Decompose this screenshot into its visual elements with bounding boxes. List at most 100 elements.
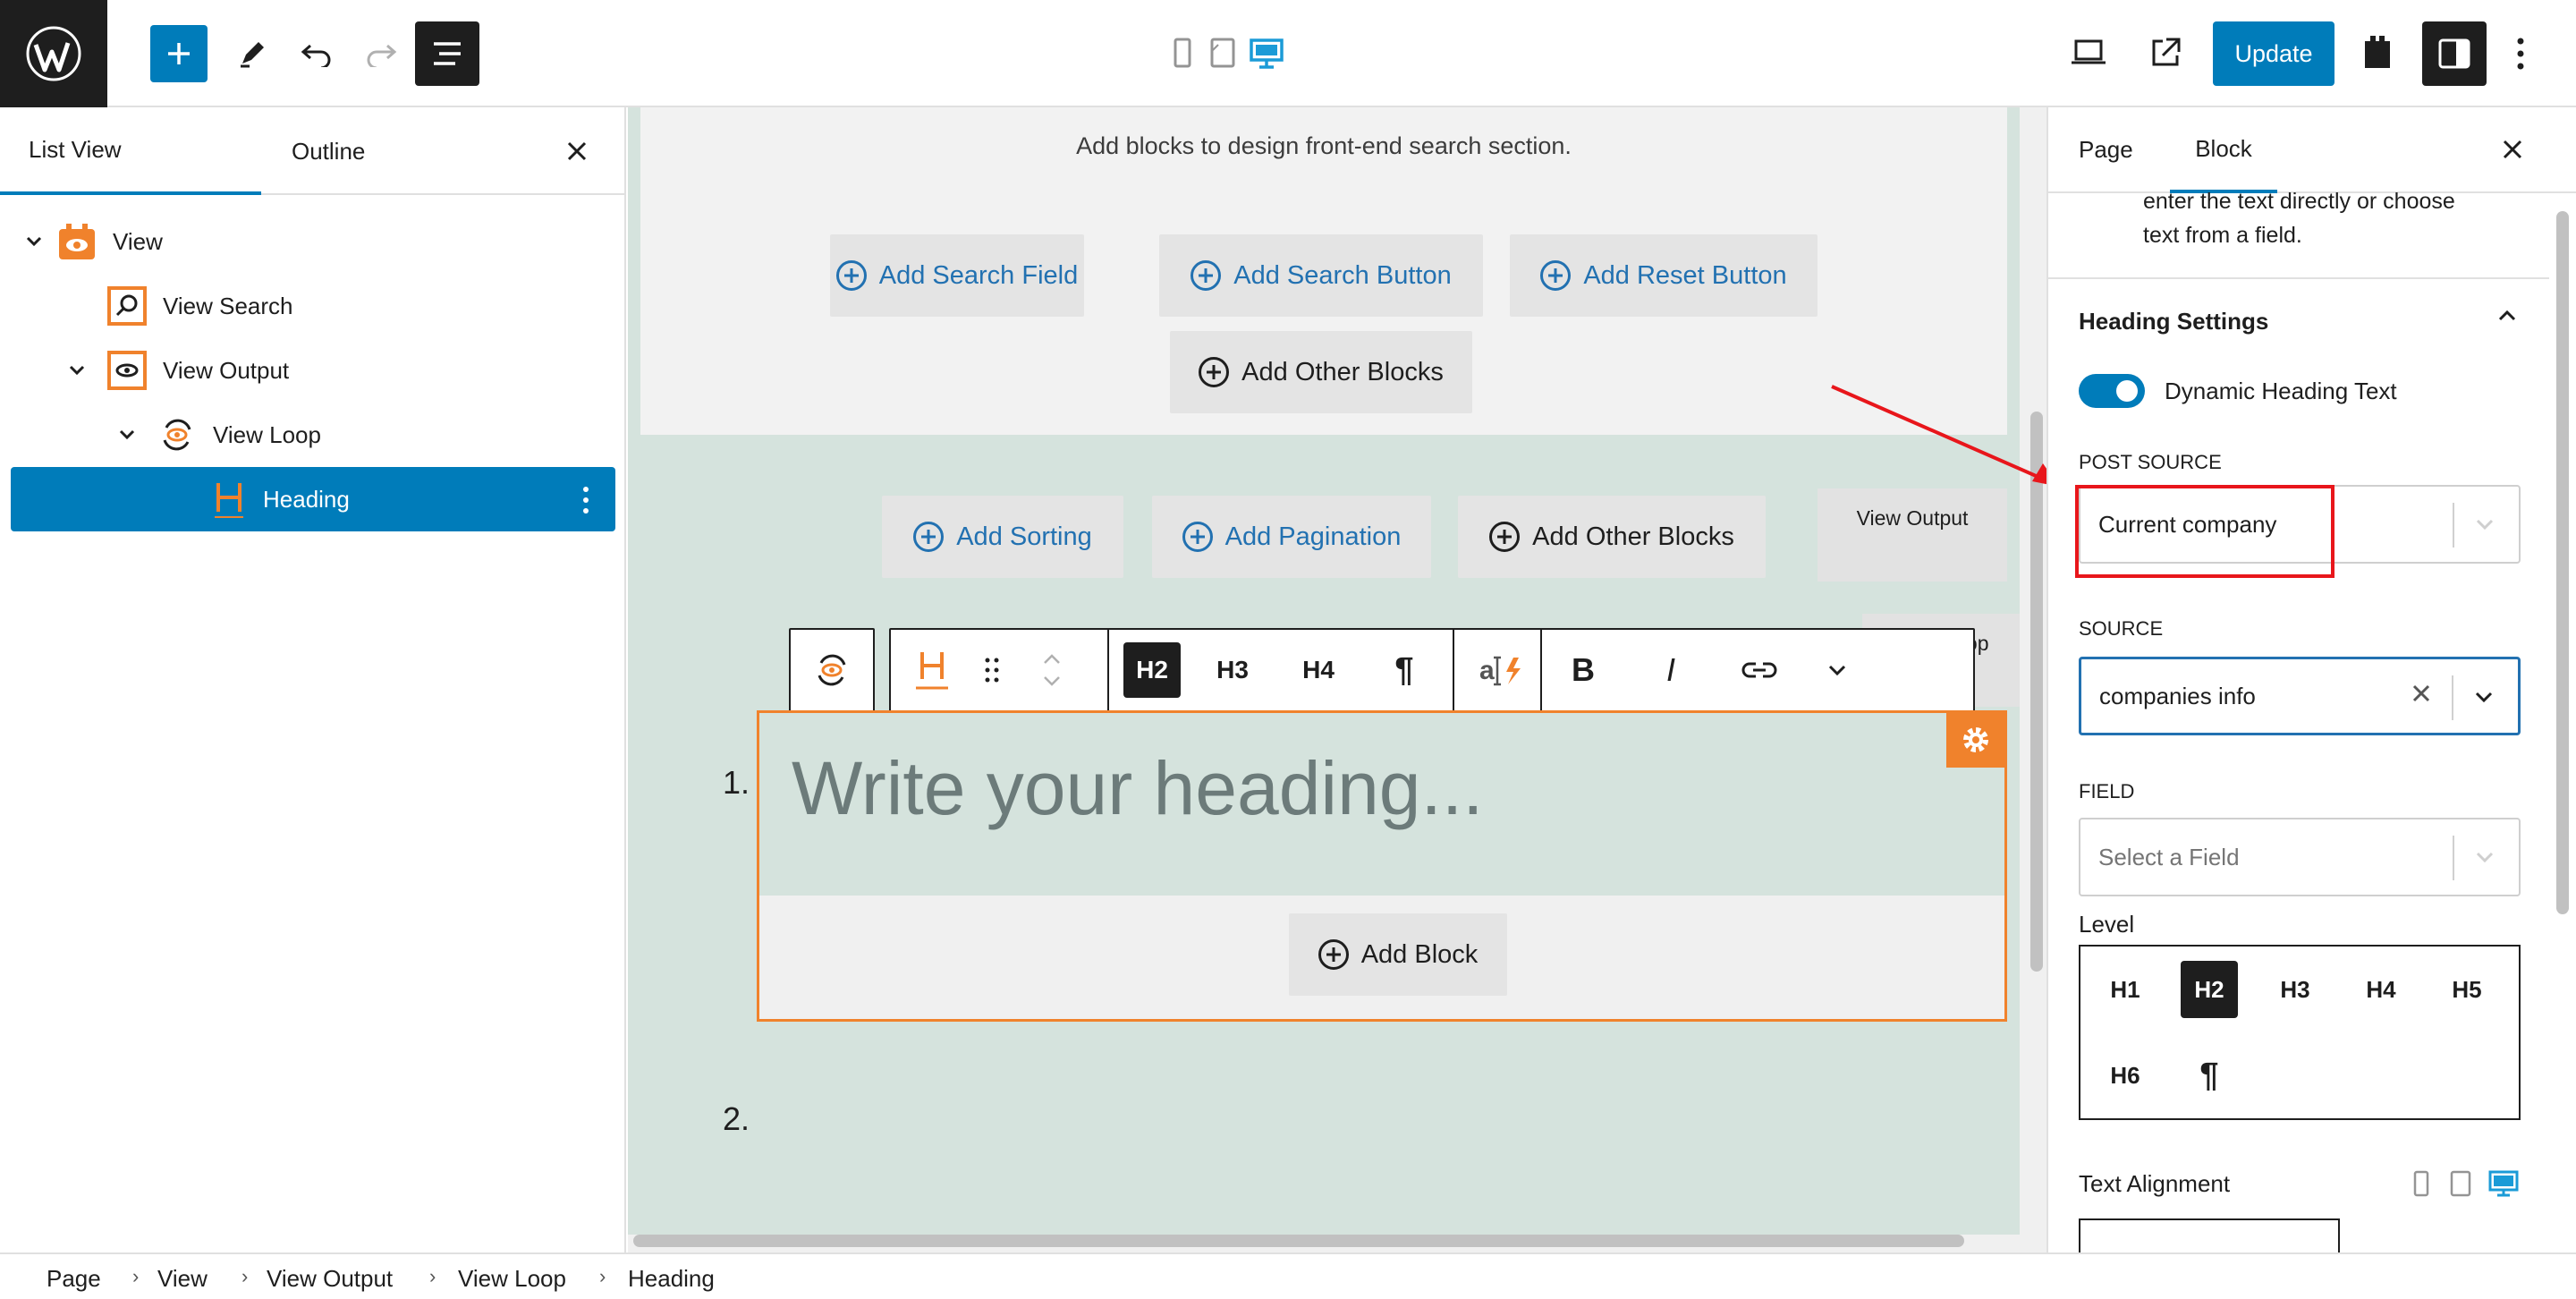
update-button[interactable]: Update bbox=[2213, 21, 2334, 86]
link-icon[interactable] bbox=[1724, 630, 1794, 710]
wordpress-logo-icon[interactable] bbox=[0, 0, 107, 107]
document-overview-icon[interactable] bbox=[415, 21, 479, 86]
dynamic-heading-toggle[interactable] bbox=[2079, 374, 2145, 408]
desktop-preview-icon[interactable] bbox=[2488, 1170, 2519, 1201]
edit-pencil-icon[interactable] bbox=[224, 25, 281, 82]
level-h5-button[interactable]: H5 bbox=[2438, 961, 2496, 1018]
desktop-preview-icon[interactable] bbox=[1249, 38, 1284, 74]
post-source-label: POST SOURCE bbox=[2079, 451, 2222, 473]
view-loop-icon[interactable] bbox=[791, 630, 873, 710]
tab-list-view[interactable]: List View bbox=[0, 107, 261, 195]
breadcrumb-item-current[interactable]: Heading bbox=[628, 1265, 715, 1293]
top-toolbar: Update bbox=[0, 0, 2576, 107]
source-select[interactable]: companies info bbox=[2079, 657, 2521, 735]
tab-page[interactable]: Page bbox=[2079, 136, 2133, 164]
breadcrumb-item[interactable]: View bbox=[157, 1265, 208, 1293]
heading-level-h2-button[interactable]: H2 bbox=[1123, 642, 1181, 698]
alignment-toolbar[interactable] bbox=[2079, 1218, 2340, 1254]
help-text-line: enter the text directly or choose bbox=[2143, 189, 2455, 214]
add-pagination-button[interactable]: Add Pagination bbox=[1152, 496, 1431, 578]
plugin-block-icon[interactable] bbox=[2361, 32, 2394, 76]
chevron-down-icon[interactable] bbox=[2470, 683, 2498, 711]
breadcrumb-separator-icon: › bbox=[242, 1265, 249, 1287]
breadcrumb-item[interactable]: Page bbox=[47, 1265, 101, 1293]
settings-sidebar: Page Block enter the text directly or ch… bbox=[2046, 107, 2576, 1254]
chevron-down-icon[interactable] bbox=[2470, 510, 2499, 539]
list-number: 2. bbox=[723, 1100, 750, 1137]
add-search-button-button[interactable]: Add Search Button bbox=[1159, 234, 1483, 317]
field-select[interactable]: Select a Field bbox=[2079, 818, 2521, 896]
add-block-button[interactable]: Add Block bbox=[1289, 913, 1507, 996]
list-item-heading[interactable]: Heading bbox=[11, 467, 615, 531]
chevron-down-icon[interactable] bbox=[116, 424, 138, 446]
level-paragraph-button[interactable]: ¶ bbox=[2181, 1047, 2238, 1104]
list-item-view-search[interactable]: View Search bbox=[0, 274, 626, 338]
level-h2-button[interactable]: H2 bbox=[2181, 961, 2238, 1018]
bold-button[interactable]: B bbox=[1555, 630, 1612, 710]
redo-icon[interactable] bbox=[352, 25, 410, 82]
heading-block-inner-area: Add Block bbox=[759, 896, 2004, 1019]
add-search-field-button[interactable]: Add Search Field bbox=[830, 234, 1084, 317]
sidebar-scrollbar[interactable] bbox=[2556, 211, 2569, 914]
breadcrumb-separator-icon: › bbox=[429, 1265, 436, 1287]
tab-outline[interactable]: Outline bbox=[292, 107, 365, 195]
close-icon[interactable] bbox=[565, 140, 589, 167]
level-h4-button[interactable]: H4 bbox=[2352, 961, 2410, 1018]
list-number: 1. bbox=[723, 764, 750, 801]
paragraph-button[interactable]: ¶ bbox=[1376, 630, 1433, 710]
view-output-label: View Output bbox=[1818, 488, 2007, 582]
heading-settings-title[interactable]: Heading Settings bbox=[2079, 308, 2268, 335]
canvas-horizontal-scrollbar[interactable] bbox=[633, 1235, 1964, 1247]
add-sorting-button[interactable]: Add Sorting bbox=[882, 496, 1123, 578]
external-preview-icon[interactable] bbox=[2148, 36, 2182, 74]
list-item-view-output[interactable]: View Output bbox=[0, 338, 626, 403]
heading-level-h4-button[interactable]: H4 bbox=[1290, 630, 1347, 710]
move-up-down-icon[interactable] bbox=[1025, 630, 1079, 710]
chevron-down-icon[interactable] bbox=[1809, 630, 1866, 710]
chevron-down-icon[interactable] bbox=[23, 231, 45, 252]
list-item-view-loop[interactable]: View Loop bbox=[0, 403, 626, 467]
button-label: Add Search Button bbox=[1233, 260, 1452, 290]
add-reset-button-button[interactable]: Add Reset Button bbox=[1510, 234, 1818, 317]
view-search-icon bbox=[107, 286, 147, 326]
mobile-preview-icon[interactable] bbox=[1170, 38, 1195, 74]
more-options-icon[interactable] bbox=[581, 485, 590, 522]
list-item-label: Heading bbox=[263, 485, 350, 513]
plus-circle-icon bbox=[1318, 939, 1349, 970]
tablet-preview-icon[interactable] bbox=[2449, 1170, 2472, 1201]
add-block-button[interactable] bbox=[150, 25, 208, 82]
chevron-down-icon[interactable] bbox=[66, 360, 88, 381]
breadcrumb-item[interactable]: View Loop bbox=[458, 1265, 566, 1293]
parent-block-toolbar[interactable] bbox=[789, 628, 875, 712]
heading-placeholder[interactable]: Write your heading... bbox=[792, 745, 1484, 832]
level-h1-button[interactable]: H1 bbox=[2097, 961, 2154, 1018]
add-other-blocks-button[interactable]: Add Other Blocks bbox=[1458, 496, 1766, 578]
italic-button[interactable]: I bbox=[1642, 630, 1699, 710]
level-h3-button[interactable]: H3 bbox=[2267, 961, 2324, 1018]
drag-handle-icon[interactable] bbox=[966, 630, 1018, 710]
button-label: Add Sorting bbox=[956, 522, 1092, 551]
heading-level-h3-button[interactable]: H3 bbox=[1204, 630, 1261, 710]
tablet-preview-icon[interactable] bbox=[1209, 38, 1236, 74]
dynamic-text-icon[interactable]: a bbox=[1467, 630, 1537, 710]
level-h6-button[interactable]: H6 bbox=[2097, 1047, 2154, 1104]
clear-icon[interactable] bbox=[2411, 683, 2432, 710]
undo-icon[interactable] bbox=[288, 25, 345, 82]
gear-icon[interactable] bbox=[1946, 712, 2005, 768]
more-options-icon[interactable] bbox=[2515, 34, 2526, 78]
heading-block[interactable]: Write your heading... Add Block bbox=[757, 710, 2007, 1022]
plus-circle-icon bbox=[1199, 357, 1230, 387]
view-laptop-icon[interactable] bbox=[2070, 36, 2107, 72]
breadcrumb-item[interactable]: View Output bbox=[267, 1265, 393, 1293]
close-icon[interactable] bbox=[2501, 138, 2524, 166]
chevron-down-icon[interactable] bbox=[2470, 843, 2499, 871]
heading-h-icon[interactable] bbox=[903, 630, 961, 710]
list-item-view[interactable]: View bbox=[0, 209, 626, 274]
settings-sidebar-icon[interactable] bbox=[2422, 21, 2487, 86]
heading-h-icon bbox=[209, 480, 249, 519]
button-label: Add Search Field bbox=[878, 260, 1079, 290]
mobile-preview-icon[interactable] bbox=[2411, 1170, 2431, 1201]
chevron-up-icon[interactable] bbox=[2497, 310, 2517, 327]
tab-block[interactable]: Block bbox=[2170, 107, 2277, 193]
add-other-blocks-button[interactable]: Add Other Blocks bbox=[1170, 331, 1472, 413]
